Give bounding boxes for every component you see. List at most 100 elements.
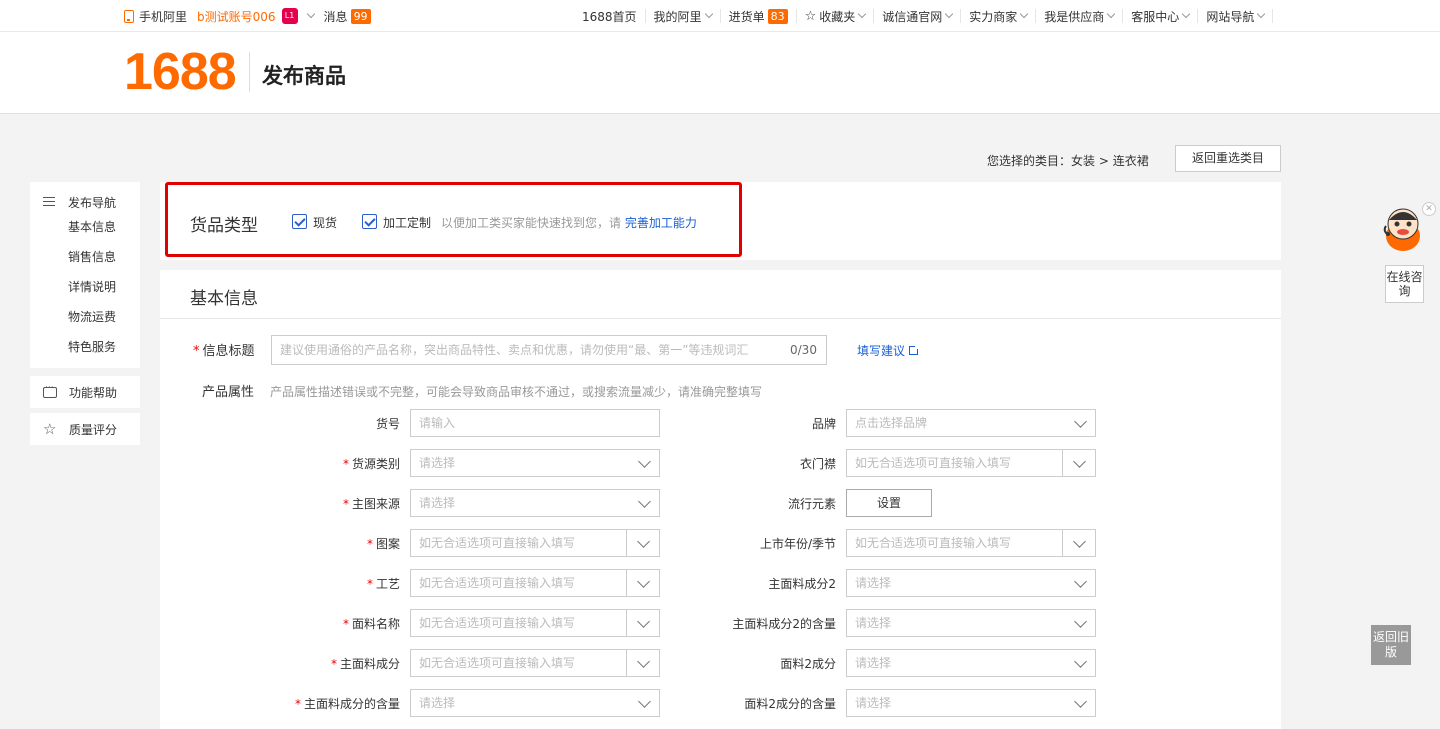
field-label: * 主面料成分 (330, 657, 400, 671)
field-label: 面料2成分的含量 (744, 697, 836, 711)
external-link-icon (909, 345, 920, 355)
product-attributes-hint: 产品属性描述错误或不完整，可能会导致商品审核不通过，或搜索流量减少，请准确完整填… (270, 385, 763, 399)
level-badge: L1 (281, 8, 298, 24)
top-nav-item[interactable]: 网站导航 (1198, 9, 1274, 24)
select-dropdown[interactable]: 请选择 (846, 649, 1096, 677)
chevron-down-icon (1182, 9, 1191, 19)
messages-link[interactable]: 消息 99 (324, 8, 371, 25)
combo-input[interactable]: 如无合适选项可直接输入填写 (846, 449, 1096, 477)
reselect-category-button[interactable]: 返回重选类目 (1175, 145, 1281, 172)
top-bar: 手机阿里 b测试账号006 L1 消息 99 1688首页 我的阿里 进货单 83 ☆ 收… (0, 0, 1440, 32)
publish-nav: 发布导航 基本信息 销售信息 详情说明 物流运费 特色服务 (30, 182, 140, 368)
nav-item-sales-info[interactable]: 销售信息 (30, 242, 140, 272)
chevron-down-icon (858, 9, 867, 19)
chevron-down-icon (306, 9, 315, 19)
chevron-down-icon (704, 9, 713, 19)
basic-info-header (160, 270, 1281, 319)
top-nav-item[interactable]: 我是供应商 (1036, 9, 1124, 24)
top-nav-item[interactable]: 进货单 83 (721, 8, 797, 24)
info-title-input[interactable]: 建议使用通俗的产品名称，突出商品特性、卖点和优惠，请勿使用“最、第一”等违规词汇 (271, 335, 827, 365)
chevron-down-icon (1257, 9, 1266, 19)
select-dropdown[interactable]: 请选择 (410, 489, 660, 517)
close-icon[interactable]: ✕ (1422, 202, 1436, 216)
combo-input[interactable]: 如无合适选项可直接输入填写 (410, 529, 660, 557)
account-name: b测试账号006 (197, 9, 276, 24)
title-char-count: 0/30 (790, 343, 817, 357)
chevron-down-icon (637, 575, 650, 588)
quality-score-button[interactable]: ☆ 质量评分 (30, 413, 140, 445)
fill-suggestion-link[interactable]: 填写建议 (857, 342, 920, 359)
top-nav-item[interactable]: 我的阿里 (646, 9, 721, 24)
dropdown-toggle[interactable] (1062, 450, 1095, 476)
chevron-down-icon (1107, 9, 1116, 19)
field-label: * 主图来源 (342, 497, 400, 511)
help-button[interactable]: 功能帮助 (30, 376, 140, 408)
chat-icon (43, 383, 57, 398)
trend-elements-set-button[interactable]: 设置 (846, 489, 932, 517)
chevron-down-icon (638, 495, 651, 508)
field-label: 主面料成分2的含量 (732, 617, 836, 631)
chevron-down-icon (637, 615, 650, 628)
dropdown-toggle[interactable] (626, 610, 659, 636)
chevron-down-icon (1074, 655, 1087, 668)
select-dropdown[interactable]: 点击选择品牌 (846, 409, 1096, 437)
select-dropdown[interactable]: 请选择 (846, 569, 1096, 597)
chevron-down-icon (1074, 695, 1087, 708)
top-nav-item[interactable]: 诚信通官网 (874, 9, 962, 24)
top-nav-item[interactable]: ☆ 收藏夹 (797, 9, 875, 24)
nav-item-details[interactable]: 详情说明 (30, 272, 140, 302)
info-title-label: * 信息标题 (193, 344, 255, 359)
field-label: 流行元素 (787, 497, 836, 511)
online-consult-button[interactable]: 在线咨询 (1385, 265, 1424, 303)
chevron-down-icon (1020, 9, 1029, 19)
messages-badge: 99 (350, 8, 371, 24)
category-path: 女装 > 连衣裙 (1071, 154, 1149, 168)
selected-category: 您选择的类目：女装 > 连衣裙 (987, 154, 1149, 168)
field-label: * 图案 (366, 537, 400, 551)
chevron-down-icon (638, 695, 651, 708)
dropdown-toggle[interactable] (626, 530, 659, 556)
mobile-ali-link[interactable]: 手机阿里 (124, 8, 187, 25)
field-label: * 主面料成分的含量 (294, 697, 400, 711)
combo-input[interactable]: 如无合适选项可直接输入填写 (410, 609, 660, 637)
publish-nav-title: 发布导航 (30, 192, 140, 212)
combo-input[interactable]: 如无合适选项可直接输入填写 (410, 569, 660, 597)
chevron-down-icon (1073, 455, 1086, 468)
chevron-down-icon (1074, 615, 1087, 628)
field-label: 主面料成分2 (768, 577, 836, 591)
mascot-icon (1383, 208, 1420, 251)
combo-input[interactable]: 如无合适选项可直接输入填写 (846, 529, 1096, 557)
text-input[interactable]: 请输入 (410, 409, 660, 437)
star-icon: ☆ (43, 420, 57, 438)
select-dropdown[interactable]: 请选择 (846, 689, 1096, 717)
chevron-down-icon (945, 9, 954, 19)
select-dropdown[interactable]: 请选择 (410, 689, 660, 717)
chevron-down-icon (638, 455, 651, 468)
chevron-down-icon (1074, 415, 1087, 428)
page-title: 发布商品 (262, 64, 346, 88)
chevron-down-icon (637, 655, 650, 668)
field-label: 货号 (375, 417, 400, 431)
logo-1688[interactable]: 1688 (124, 44, 237, 100)
nav-item-logistics[interactable]: 物流运费 (30, 302, 140, 332)
chevron-down-icon (1073, 535, 1086, 548)
dropdown-toggle[interactable] (1062, 530, 1095, 556)
top-nav-item[interactable]: 1688首页 (574, 9, 646, 24)
phone-icon (124, 9, 134, 23)
top-nav-item[interactable]: 实力商家 (961, 9, 1037, 24)
dropdown-toggle[interactable] (626, 570, 659, 596)
top-nav: 1688首页 我的阿里 进货单 83 ☆ 收藏夹 诚信通官网 实力商家 我是供应商 客服中心 网站导… (574, 0, 1274, 32)
field-label: * 面料名称 (342, 617, 400, 631)
top-nav-item[interactable]: 客服中心 (1123, 9, 1199, 24)
product-attributes-label: 产品属性 (202, 385, 255, 400)
select-dropdown[interactable]: 请选择 (410, 449, 660, 477)
combo-input[interactable]: 如无合适选项可直接输入填写 (410, 649, 660, 677)
field-label: * 工艺 (366, 577, 400, 591)
dropdown-toggle[interactable] (626, 650, 659, 676)
return-old-version-button[interactable]: 返回旧版 (1371, 625, 1411, 665)
account-menu[interactable]: b测试账号006 L1 (197, 8, 315, 25)
nav-item-special-services[interactable]: 特色服务 (30, 332, 140, 362)
divider (249, 52, 250, 92)
nav-item-basic-info[interactable]: 基本信息 (30, 212, 140, 242)
select-dropdown[interactable]: 请选择 (846, 609, 1096, 637)
